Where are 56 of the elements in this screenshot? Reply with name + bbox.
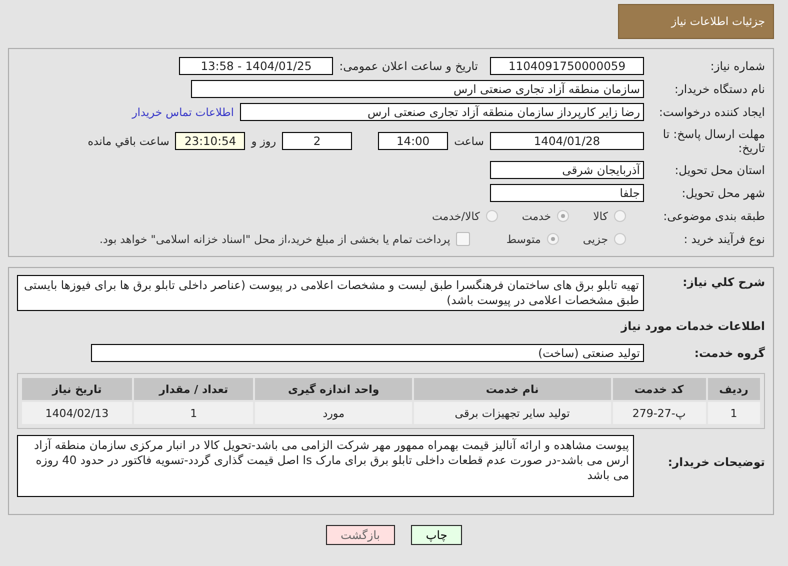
checkbox-label: پرداخت تمام یا بخشی از مبلغ خرید،از محل "اسناد خزانه اسلامی" خواهد بود. (100, 232, 450, 246)
field-label: گروه خدمت: (693, 346, 765, 360)
deadline-date-field: 1404/01/28 (490, 132, 644, 150)
time-label: ساعت (454, 134, 484, 148)
radio-button[interactable] (614, 233, 626, 245)
description-textarea: تهیه تابلو برق های ساختمان فرهنگسرا طبق لیست و مشخصات اعلامی در پیوست (عناصر داخلی تابلو برق ها برای فیوزها بایستی طبق مشخصات اعلامی در پیوست باشد) (17, 275, 644, 311)
radio-label: خدمت (522, 210, 552, 222)
buyer-org-field: سازمان منطقه آزاد تجاری صنعتی ارس (191, 80, 644, 98)
field-label: توضیحات خریدار: (666, 455, 765, 469)
table-cell: مورد (255, 402, 412, 424)
days-field: 2 (282, 132, 352, 150)
column-header: ردیف (708, 378, 760, 400)
requester-field: رضا زایر کارپرداز سازمان منطقه آزاد تجاری صنعتی ارس (240, 103, 644, 121)
service-group-field: تولید صنعتی (ساخت) (91, 344, 644, 362)
need-number-field: 1104091750000059 (490, 57, 644, 75)
field-label: طبقه بندی موضوعی: (662, 209, 765, 223)
table-cell: پ-27-279 (612, 402, 706, 424)
radio-label: کالا/خدمت (432, 210, 480, 222)
deadline-time-field: 14:00 (378, 132, 448, 150)
column-header: تاریخ نیاز (22, 378, 132, 400)
radio-button[interactable] (486, 210, 498, 222)
table-cell: تولید سایر تجهیزات برقی (414, 402, 611, 424)
column-header: واحد اندازه گیری (255, 378, 412, 400)
province-field: آذربایجان شرقی (490, 161, 644, 179)
buyer-contact-link[interactable]: اطلاعات تماس خریدار (132, 106, 234, 118)
field-label: استان محل تحویل: (674, 163, 765, 177)
print-button[interactable]: چاپ (410, 525, 462, 545)
radio-button[interactable] (614, 210, 626, 222)
field-label: نوع فرآیند خرید : (682, 232, 765, 246)
field-label: شماره نیاز: (709, 59, 765, 73)
field-label: شهر محل تحویل: (680, 186, 765, 200)
field-label: نام دستگاه خریدار: (673, 82, 765, 96)
radio-label: کالا (593, 210, 608, 222)
field-label: ایجاد کننده درخواست: (658, 105, 765, 119)
city-field: جلفا (490, 184, 644, 202)
radio-button[interactable] (557, 210, 570, 222)
remaining-time-field: 23:10:54 (175, 132, 246, 150)
radio-label: متوسط (506, 232, 541, 246)
back-button[interactable]: بازگشت (326, 525, 395, 545)
announce-date-field: 1404/01/25 - 13:58 (179, 57, 334, 75)
days-label: روز و (251, 134, 276, 148)
remaining-label: ساعت باقي مانده (88, 134, 170, 148)
field-label: شرح كلي نياز: (682, 275, 765, 289)
column-header: نام خدمت (414, 378, 611, 400)
table-cell: 1 (708, 402, 760, 424)
radio-label: جزیی (582, 232, 608, 246)
buyer-notes-textarea: پیوست مشاهده و ارائه آنالیز قیمت بهمراه ممهور مهر شرکت الزامی می باشد-تحویل کالا در انبار مرکزی سازمان منطقه آزاد ارس می باشد-در صورت عدم قطعات داخلی تابلو برق برای مارک ls اصل قیمت گذاری گردد-تسویه فاکتور در حدود 40 روزه می باشد (17, 435, 634, 497)
section-title: اطلاعات خدمات مورد نياز (620, 319, 765, 333)
field-label: تاریخ و ساعت اعلان عمومی: (339, 59, 478, 73)
table-cell: 1404/02/13 (22, 402, 132, 424)
table-cell: 1 (134, 402, 254, 424)
checkbox[interactable] (456, 232, 470, 246)
column-header: کد خدمت (612, 378, 706, 400)
column-header: تعداد / مقدار (134, 378, 254, 400)
field-label: مهلت ارسال پاسخ: تا تاریخ: (662, 127, 765, 155)
radio-button[interactable] (546, 233, 559, 245)
